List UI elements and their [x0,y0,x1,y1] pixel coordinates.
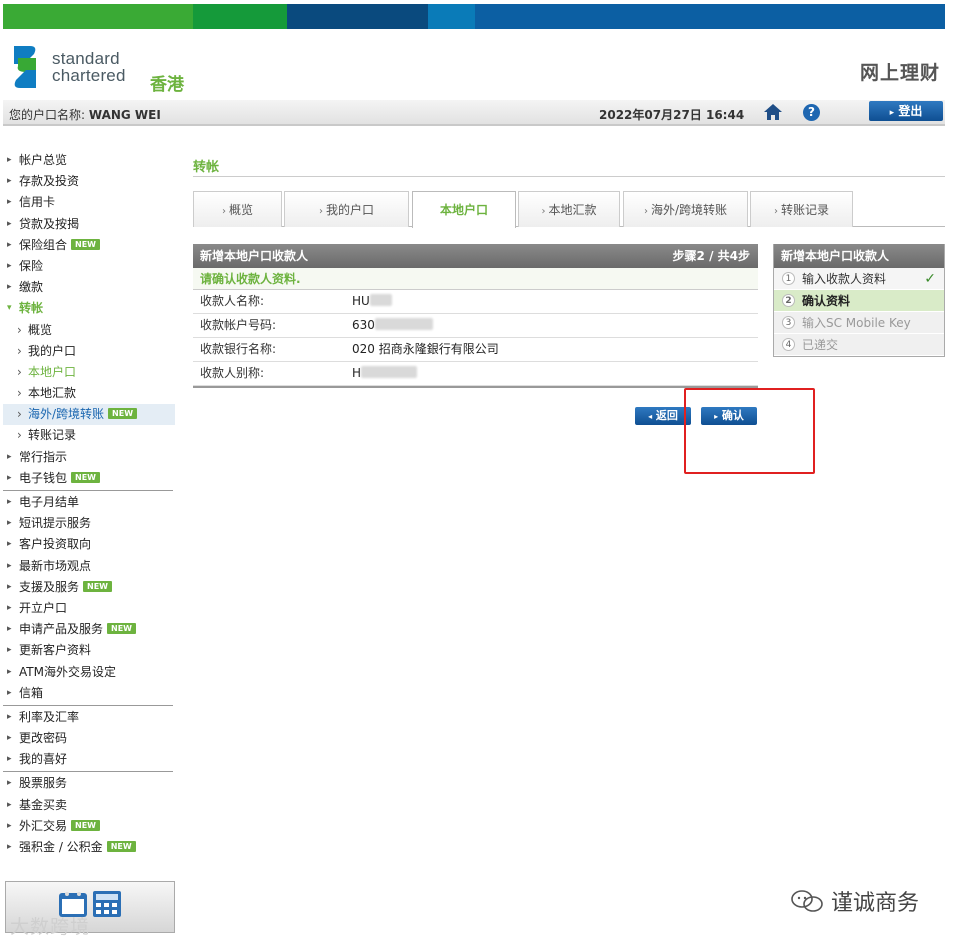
step-indicator: 步骤2 / 共4步 [672,249,750,263]
sidebar-nav: 帐户总览 存款及投资 信用卡 贷款及按揭 保险组合NEW 保险 缴款 转帐 概览… [3,150,175,858]
payee-name-value: HU [352,290,392,313]
sidebar-item-funds[interactable]: 基金买卖 [3,795,175,816]
sidebar-item-e-statements[interactable]: 电子月结单 [3,492,175,513]
sidebar-item-change-password[interactable]: 更改密码 [3,728,175,749]
steps-title: 新增本地户口收款人 [774,244,944,268]
sidebar-subitem-overseas-transfer[interactable]: 海外/跨境转账NEW [3,404,175,426]
sidebar-item-standing-instructions[interactable]: 常行指示 [3,447,175,468]
steps-panel: 新增本地户口收款人 1 输入收款人资料 ✓ 2 确认资料 3 输入SC Mobile … [773,244,945,357]
sidebar-item-insurance[interactable]: 保险 [3,256,175,277]
brand-name: standard chartered [52,49,126,85]
tab-overview[interactable]: › 概览 [193,191,282,227]
home-icon[interactable] [763,103,783,121]
payee-account-row: 收款帐户号码: 630 [193,314,758,338]
sidebar-item-payments[interactable]: 缴款 [3,277,175,298]
payee-alias-label: 收款人别称: [200,366,265,380]
sidebar-subitem-local-remittance[interactable]: 本地汇款 [3,383,175,404]
sidebar-subitem-my-accounts[interactable]: 我的户口 [3,341,175,362]
checkmark-icon: ✓ [924,271,936,287]
new-badge: NEW [71,238,100,250]
payee-confirm-panel: 新增本地户口收款人 步骤2 / 共4步 请确认收款人资料. 收款人名称: HU … [193,244,758,388]
step-item-4: 4 已递交 [774,334,944,356]
payee-account-label: 收款帐户号码: [200,318,277,332]
payee-bank-label: 收款银行名称: [200,342,277,356]
payee-account-value: 630 [352,314,433,337]
sidebar-divider [3,771,173,773]
sidebar-item-preferences[interactable]: 我的喜好 [3,749,175,770]
sidebar-item-deposits-investments[interactable]: 存款及投资 [3,171,175,192]
tab-transfer-history[interactable]: › 转账记录 [750,191,853,227]
sidebar-item-atm-overseas[interactable]: ATM海外交易设定 [3,662,175,683]
step-item-2: 2 确认资料 [774,290,944,312]
wechat-icon [791,890,823,912]
payee-name-label: 收款人名称: [200,294,265,308]
sidebar-item-sms-alerts[interactable]: 短讯提示服务 [3,513,175,534]
user-bar: 您的户口名称: WANG WEI 2022年07月27日 16:44 ? ▸ 登… [3,100,945,126]
sidebar-item-rates[interactable]: 利率及汇率 [3,707,175,728]
calculator-icon [93,891,121,917]
page-title: 转帐 [193,160,220,175]
help-icon[interactable]: ? [803,104,820,121]
datetime: 2022年07月27日 16:44 [599,108,745,122]
back-button[interactable]: ◂ 返回 [635,407,691,425]
payee-alias-row: 收款人别称: H [193,362,758,386]
sidebar-item-mailbox[interactable]: 信箱 [3,683,175,704]
watermark-right: 谨诚商务 [790,885,919,917]
sidebar-item-credit-card[interactable]: 信用卡 [3,192,175,213]
payee-alias-value: H [352,362,418,385]
step-item-1: 1 输入收款人资料 ✓ [774,268,944,290]
logout-button[interactable]: ▸ 登出 [869,101,943,121]
payee-bank-value: 020 招商永隆銀行有限公司 [352,342,499,356]
sidebar-subitem-overview[interactable]: 概览 [3,320,175,341]
new-badge: NEW [71,471,100,483]
sidebar-item-securities[interactable]: 股票服务 [3,773,175,794]
sidebar-item-transfer[interactable]: 转帐 [3,298,175,319]
brand-color-bar [3,4,945,29]
sidebar-divider [3,490,173,491]
panel-footer-line [193,386,758,388]
sidebar-divider [3,704,173,706]
service-title: 网上理财 [859,62,940,84]
tab-local-remittance[interactable]: › 本地汇款 [518,191,620,227]
sidebar-item-fx-trading[interactable]: 外汇交易NEW [3,816,175,837]
new-badge: NEW [107,623,136,635]
panel-title: 新增本地户口收款人 [200,249,309,263]
step-item-3: 3 输入SC Mobile Key [774,312,944,334]
tab-local-accounts[interactable]: 本地户口 [412,191,516,228]
brand-region: 香港 [150,75,184,95]
sidebar-item-mpf[interactable]: 强积金 / 公积金NEW [3,837,175,858]
payee-name-row: 收款人名称: HU [193,290,758,314]
sidebar-item-support-services[interactable]: 支援及服务NEW [3,577,175,598]
account-name: 您的户口名称: WANG WEI [9,108,161,122]
sc-logo-icon [14,46,36,88]
sidebar-item-open-account[interactable]: 开立户口 [3,598,175,619]
sidebar-item-account-overview[interactable]: 帐户总览 [3,150,175,171]
sidebar-item-e-wallet[interactable]: 电子钱包NEW [3,468,175,489]
standard-chartered-logo[interactable]: standard chartered 香港 [8,42,198,95]
sidebar-item-loans-mortgage[interactable]: 贷款及按揭 [3,214,175,235]
new-badge: NEW [71,819,100,831]
new-badge: NEW [83,580,112,592]
sidebar-item-market-views[interactable]: 最新市场观点 [3,556,175,577]
transfer-tabs: › 概览 › 我的户口 本地户口 › 本地汇款 › 海外/跨境转账 › 转账记录 [193,191,945,228]
panel-header: 新增本地户口收款人 步骤2 / 共4步 [193,244,758,268]
title-divider [193,176,945,177]
tab-overseas-transfer[interactable]: › 海外/跨境转账 [623,191,748,227]
sidebar-item-apply-products[interactable]: 申请产品及服务NEW [3,619,175,640]
sidebar-item-insurance-portfolio[interactable]: 保险组合NEW [3,235,175,256]
highlight-annotation-box [684,388,815,474]
sidebar-item-update-profile[interactable]: 更新客户资料 [3,640,175,661]
confirm-prompt: 请确认收款人资料. [193,268,758,290]
tab-my-accounts[interactable]: › 我的户口 [284,191,409,227]
sidebar-subitem-transfer-history[interactable]: 转账记录 [3,425,175,446]
new-badge: NEW [106,841,136,852]
new-badge: NEW [108,408,138,420]
sidebar-subitem-local-accounts[interactable]: 本地户口 [3,362,175,383]
payee-bank-row: 收款银行名称: 020 招商永隆銀行有限公司 [193,338,758,362]
watermark-left: 大数跨境 [10,916,91,938]
sidebar-item-investment-profile[interactable]: 客户投资取向 [3,534,175,555]
